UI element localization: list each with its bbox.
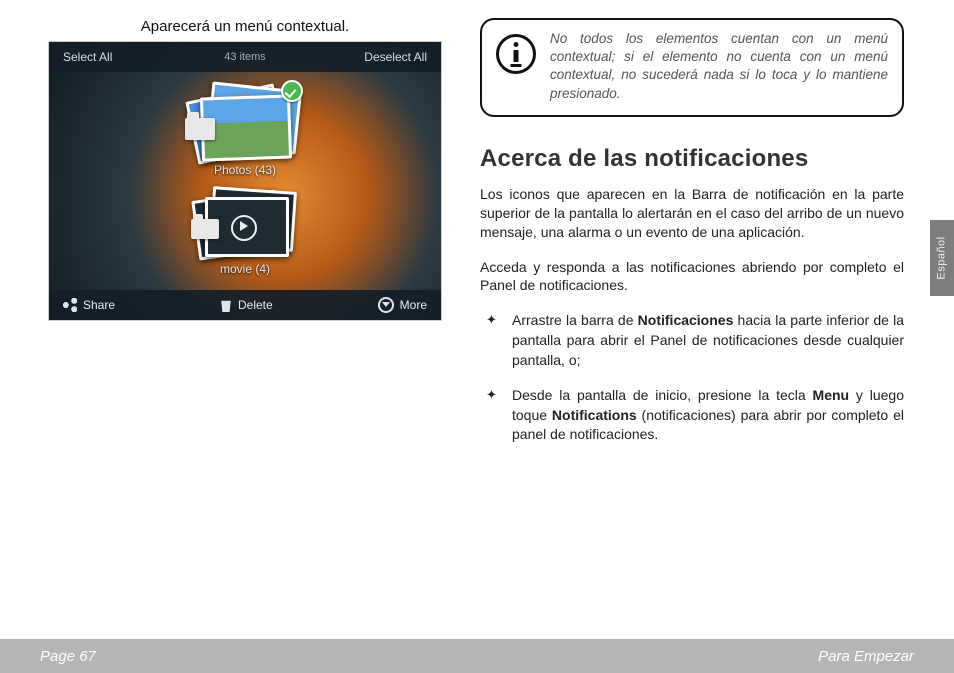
share-label: Share	[83, 298, 115, 312]
chapter-label: Para Empezar	[818, 648, 914, 665]
bullet-2-bold-2: Notifications	[552, 407, 637, 423]
caption-context-menu: Aparecerá un menú contextual.	[141, 18, 349, 35]
section-para-2: Acceda y responda a las notificaciones a…	[480, 258, 904, 296]
bullet-2-bold-1: Menu	[813, 387, 850, 403]
deselect-all-button[interactable]: Deselect All	[364, 50, 427, 64]
trash-icon	[220, 298, 232, 312]
page-footer: Page 67 Para Empezar	[0, 639, 954, 673]
section-para-1: Los iconos que aparecen en la Barra de n…	[480, 185, 904, 242]
bullet-1: Arrastre la barra de Notificaciones haci…	[480, 311, 904, 370]
more-button[interactable]: More	[378, 297, 427, 313]
play-icon	[231, 215, 257, 241]
delete-label: Delete	[238, 298, 273, 312]
info-text: No todos los elementos cuentan con un me…	[550, 30, 888, 103]
movie-label: movie (4)	[220, 262, 270, 276]
select-all-button[interactable]: Select All	[63, 50, 112, 64]
photos-stack-icon[interactable]	[191, 82, 299, 157]
bullet-1-text-a: Arrastre la barra de	[512, 312, 638, 328]
info-box: No todos los elementos cuentan con un me…	[480, 18, 904, 117]
share-icon	[63, 298, 77, 312]
bullet-2-text-a: Desde la pantalla de inicio, presione la…	[512, 387, 813, 403]
info-icon	[496, 34, 536, 74]
screenshot-bottombar: Share Delete More	[49, 290, 441, 320]
more-icon	[378, 297, 394, 313]
check-icon	[281, 80, 303, 102]
language-tab: Español	[930, 220, 954, 296]
bullet-2: Desde la pantalla de inicio, presione la…	[480, 386, 904, 445]
bullet-1-bold: Notificaciones	[638, 312, 734, 328]
share-button[interactable]: Share	[63, 298, 115, 312]
delete-button[interactable]: Delete	[220, 298, 273, 312]
screenshot-context-menu: Select All 43 items Deselect All Photos …	[48, 41, 442, 321]
photos-label: Photos (43)	[214, 163, 276, 177]
language-label: Español	[936, 236, 948, 279]
folder-icon	[185, 118, 215, 140]
section-title: Acerca de las notificaciones	[480, 145, 904, 173]
movie-stack-icon[interactable]	[195, 187, 295, 256]
page-number: Page 67	[40, 648, 96, 665]
screenshot-topbar: Select All 43 items Deselect All	[49, 42, 441, 72]
more-label: More	[400, 298, 427, 312]
folder-icon	[191, 219, 219, 239]
